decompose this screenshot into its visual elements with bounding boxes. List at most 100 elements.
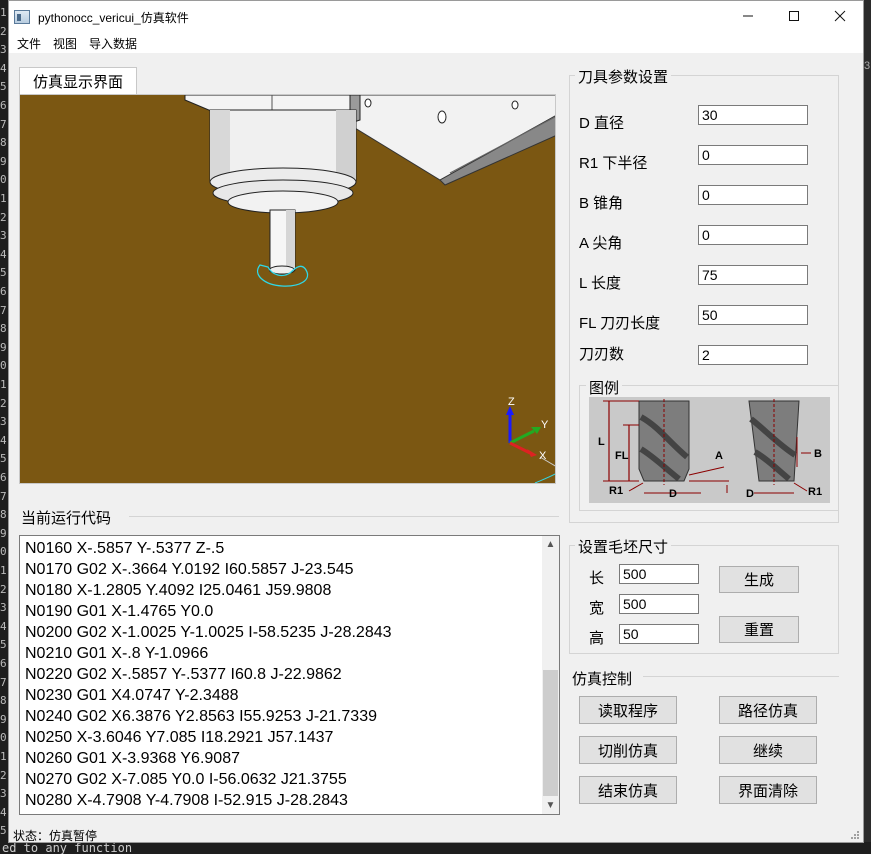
clear-interface-button[interactable]: 界面清除 (719, 776, 817, 804)
code-line[interactable]: N0230 G01 X4.0747 Y-2.3488 (25, 685, 392, 706)
gutter-line-number: 0 (0, 731, 7, 745)
reset-button[interactable]: 重置 (719, 616, 799, 643)
3d-viewport[interactable]: Z Y X (19, 94, 556, 484)
gutter-line-number: 2 (0, 24, 7, 38)
menu-view[interactable]: 视图 (47, 35, 83, 52)
gutter-line-number: 8 (0, 322, 7, 336)
continue-button[interactable]: 继续 (719, 736, 817, 764)
gutter-line-number: 9 (0, 154, 7, 168)
gutter-line-number: 7 (0, 303, 7, 317)
gutter-line-number: 7 (0, 489, 7, 503)
code-line[interactable]: N0240 G02 X6.3876 Y2.8563 I55.9253 J-21.… (25, 706, 392, 727)
gutter-line-number: 8 (0, 136, 7, 150)
generate-button[interactable]: 生成 (719, 566, 799, 593)
code-line[interactable]: N0190 G01 X-1.4765 Y0.0 (25, 601, 392, 622)
code-line[interactable]: N0280 X-4.7908 Y-4.7908 I-52.915 J-28.28… (25, 790, 392, 811)
gutter-line-number: 2 (0, 396, 7, 410)
gutter-line-number: 7 (0, 117, 7, 131)
gutter-line-number: 8 (0, 508, 7, 522)
gutter-line-number: 4 (0, 433, 7, 447)
code-line[interactable]: N0160 X-.5857 Y-.5377 Z-.5 (25, 538, 392, 559)
gutter-line-number: 4 (0, 247, 7, 261)
tab-simulation-display[interactable]: 仿真显示界面 (19, 67, 137, 94)
param-input-length[interactable] (698, 265, 808, 285)
end-simulation-button[interactable]: 结束仿真 (579, 776, 677, 804)
gutter-line-number: 5 (0, 266, 7, 280)
gutter-line-number: 5 (0, 638, 7, 652)
path-simulation-button[interactable]: 路径仿真 (719, 696, 817, 724)
code-line[interactable]: N0170 G02 X-.3664 Y.0192 I60.5857 J-23.5… (25, 559, 392, 580)
param-label-diameter: D 直径 (579, 115, 625, 132)
maximize-button[interactable] (771, 1, 817, 31)
menu-file[interactable]: 文件 (11, 35, 47, 52)
code-listbox[interactable]: N0160 X-.5857 Y-.5377 Z-.5 N0170 G02 X-.… (19, 535, 560, 815)
axis-x-label: X (539, 450, 547, 462)
code-line[interactable]: N0180 X-1.2805 Y.4092 I25.0461 J59.9808 (25, 580, 392, 601)
scroll-down-icon[interactable]: ▼ (542, 797, 559, 814)
gutter-line-number: 4 (0, 61, 7, 75)
param-label-flute-count: 刀刃数 (579, 346, 625, 363)
code-line[interactable]: N0210 G01 X-.8 Y-1.0966 (25, 643, 392, 664)
close-button[interactable] (817, 1, 863, 31)
tool-legend-diagram: L FL R1 D A B D R1 (589, 397, 830, 503)
code-line[interactable]: N0260 G01 X-3.9368 Y6.9087 (25, 748, 392, 769)
gutter-line-number: 3 (0, 415, 7, 429)
gutter-line-number: 3 (0, 43, 7, 57)
scroll-thumb[interactable] (543, 670, 558, 796)
legend-label-R1: R1 (609, 485, 623, 497)
blank-height-input[interactable] (619, 624, 699, 644)
gutter-line-number: 0 (0, 359, 7, 373)
cut-simulation-button[interactable]: 切削仿真 (579, 736, 677, 764)
scroll-up-icon[interactable]: ▲ (542, 536, 559, 553)
minimize-icon (743, 15, 753, 17)
gutter-line-number: 5 (0, 80, 7, 94)
gutter-line-number: 0 (0, 173, 7, 187)
gutter-line-number: 3 (0, 229, 7, 243)
axis-y-label: Y (541, 419, 549, 431)
close-icon (834, 10, 846, 22)
menu-import-data[interactable]: 导入数据 (83, 35, 143, 52)
sim-control-title: 仿真控制 (569, 668, 636, 689)
gutter-line-number: 2 (0, 210, 7, 224)
code-title-divider (129, 516, 559, 517)
code-line[interactable]: N0200 G02 X-1.0025 Y-1.0025 I-58.5235 J-… (25, 622, 392, 643)
blank-width-input[interactable] (619, 594, 699, 614)
title-bar: pythonocc_vericui_仿真软件 (9, 1, 863, 33)
param-input-tip-angle[interactable] (698, 225, 808, 245)
gutter-line-number: 3 (0, 601, 7, 615)
param-input-lower-radius[interactable] (698, 145, 808, 165)
gutter-line-number: 5 (0, 824, 7, 838)
tool-model-render: Z Y X (184, 95, 555, 483)
resize-grip-icon[interactable] (850, 830, 860, 840)
gutter-line-number: 9 (0, 340, 7, 354)
param-input-diameter[interactable] (698, 105, 808, 125)
blank-length-label: 长 (589, 570, 605, 587)
gutter-line-number: 0 (0, 545, 7, 559)
code-lines: N0160 X-.5857 Y-.5377 Z-.5 N0170 G02 X-.… (25, 538, 392, 811)
param-label-length: L 长度 (579, 275, 621, 292)
maximize-icon (789, 11, 799, 21)
code-line[interactable]: N0250 X-3.6046 Y7.085 I18.2921 J57.1437 (25, 727, 392, 748)
axis-z-label: Z (508, 396, 515, 408)
minimize-button[interactable] (725, 1, 771, 31)
blank-length-input[interactable] (619, 564, 699, 584)
code-line[interactable]: N0220 G02 X-.5857 Y-.5377 I60.8 J-22.986… (25, 664, 392, 685)
param-input-flute-length[interactable] (698, 305, 808, 325)
gutter-line-number: 2 (0, 768, 7, 782)
blank-width-label: 宽 (589, 600, 605, 617)
gutter-line-number: 4 (0, 805, 7, 819)
param-input-flute-count[interactable] (698, 345, 808, 365)
param-label-lower-radius: R1 下半径 (579, 155, 648, 172)
param-input-taper-angle[interactable] (698, 185, 808, 205)
blank-height-label: 高 (589, 630, 605, 647)
code-scrollbar[interactable]: ▲ ▼ (542, 536, 559, 814)
legend-label-D-right: D (746, 488, 754, 500)
editor-right-strip: 3 (864, 0, 871, 842)
gutter-line-number: 1 (0, 750, 7, 763)
read-program-button[interactable]: 读取程序 (579, 696, 677, 724)
app-icon (14, 10, 30, 24)
code-line[interactable]: N0270 G02 X-7.085 Y0.0 I-56.0632 J21.375… (25, 769, 392, 790)
editor-marker: 3 (864, 60, 871, 72)
legend-label-A: A (715, 450, 723, 462)
legend-label-R1-right: R1 (808, 486, 822, 498)
